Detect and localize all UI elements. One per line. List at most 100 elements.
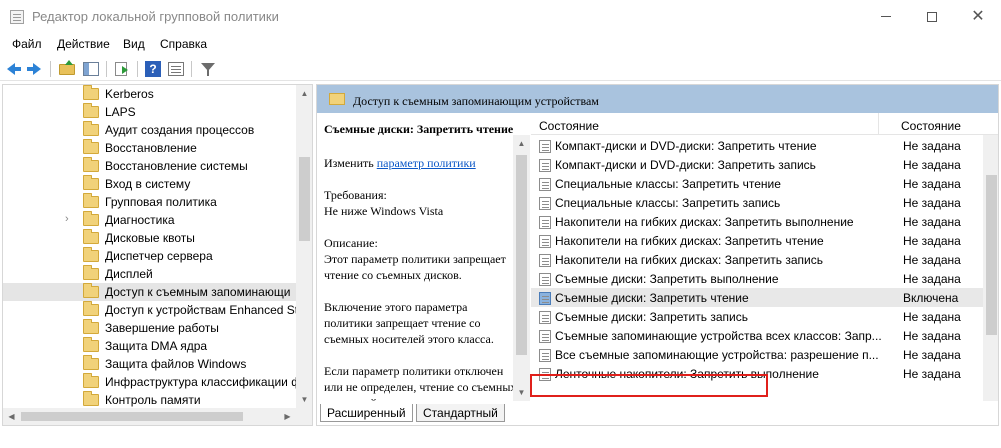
scroll-right-icon[interactable]: ▶ bbox=[279, 408, 296, 425]
tree-item[interactable]: › Диагностика bbox=[3, 211, 299, 229]
tree-item[interactable]: Дисковые квоты bbox=[3, 229, 299, 247]
filter-button[interactable] bbox=[199, 60, 217, 78]
scroll-up-icon[interactable]: ▲ bbox=[296, 85, 312, 102]
policy-row[interactable]: Накопители на гибких дисках: Запретить в… bbox=[531, 212, 983, 231]
policy-row[interactable]: Компакт-диски и DVD-диски: Запретить зап… bbox=[531, 155, 983, 174]
policy-setting-icon bbox=[539, 311, 551, 324]
tree-hscroll-thumb[interactable] bbox=[21, 412, 243, 421]
up-level-button[interactable] bbox=[58, 60, 76, 78]
tree-item[interactable]: Защита DMA ядра bbox=[3, 337, 299, 355]
folder-up-icon bbox=[59, 60, 75, 75]
policy-name: Все съемные запоминающие устройства: раз… bbox=[555, 348, 879, 362]
policy-row[interactable]: Специальные классы: Запретить запись Не з… bbox=[531, 193, 983, 212]
minimize-button[interactable] bbox=[863, 0, 909, 34]
description-scrollbar[interactable]: ▲ ▼ bbox=[513, 135, 530, 401]
menu-action[interactable]: Действие bbox=[57, 37, 110, 51]
show-hide-tree-button[interactable] bbox=[82, 60, 100, 78]
tree-item[interactable]: LAPS bbox=[3, 103, 299, 121]
menu-file[interactable]: Файл bbox=[12, 37, 42, 51]
tree-item-label: Диспетчер сервера bbox=[105, 249, 213, 263]
scroll-down-icon[interactable]: ▼ bbox=[296, 391, 312, 408]
tree-horizontal-scrollbar[interactable]: ◀ ▶ bbox=[3, 408, 312, 425]
tree-item[interactable]: Восстановление системы bbox=[3, 157, 299, 175]
list-scroll-thumb[interactable] bbox=[986, 175, 997, 335]
policy-name: Накопители на гибких дисках: Запретить з… bbox=[555, 253, 823, 267]
tab-extended[interactable]: Расширенный bbox=[320, 404, 413, 422]
description-text: Этот параметр политики запрещает чтение … bbox=[324, 252, 506, 282]
tree-item[interactable]: Kerberos bbox=[3, 85, 299, 103]
policy-setting-icon bbox=[539, 216, 551, 229]
tree-item-label: Защита файлов Windows bbox=[105, 357, 247, 371]
tree-item[interactable]: Контроль памяти bbox=[3, 391, 299, 409]
tree-item[interactable]: Групповая политика bbox=[3, 193, 299, 211]
policy-row[interactable]: Компакт-диски и DVD-диски: Запретить чте… bbox=[531, 136, 983, 155]
enabled-explanation: Включение этого параметра политики запре… bbox=[324, 300, 494, 346]
tree-item[interactable]: Инфраструктура классификации ф bbox=[3, 373, 301, 391]
details-header-title: Доступ к съемным запоминающим устройства… bbox=[353, 94, 599, 108]
policy-name: Специальные классы: Запретить чтение bbox=[555, 177, 781, 191]
tree-item-label: Kerberos bbox=[105, 87, 154, 101]
scroll-down-icon[interactable]: ▼ bbox=[513, 384, 530, 401]
folder-icon bbox=[83, 373, 99, 388]
close-button[interactable]: ✕ bbox=[955, 0, 1001, 34]
policy-state: Не задана bbox=[903, 310, 961, 324]
policy-name: Съемные запоминающие устройства всех кла… bbox=[555, 329, 882, 343]
tree-item[interactable]: Дисплей bbox=[3, 265, 299, 283]
scroll-up-icon[interactable]: ▲ bbox=[513, 135, 530, 152]
policy-row[interactable]: Съемные запоминающие устройства всех кла… bbox=[531, 326, 983, 345]
policy-row[interactable]: Накопители на гибких дисках: Запретить ч… bbox=[531, 231, 983, 250]
policy-name: Накопители на гибких дисках: Запретить ч… bbox=[555, 234, 824, 248]
folder-icon bbox=[83, 103, 99, 118]
properties-button[interactable] bbox=[167, 60, 185, 78]
policy-row[interactable]: Все съемные запоминающие устройства: раз… bbox=[531, 345, 983, 364]
console-tree-icon bbox=[83, 62, 99, 76]
tree-item[interactable]: Восстановление bbox=[3, 139, 299, 157]
requirements-value: Не ниже Windows Vista bbox=[324, 204, 444, 218]
filter-icon bbox=[201, 63, 215, 76]
scroll-left-icon[interactable]: ◀ bbox=[3, 408, 20, 425]
tree-item[interactable]: Защита файлов Windows bbox=[3, 355, 299, 373]
menu-help[interactable]: Справка bbox=[160, 37, 207, 51]
description-scroll-thumb[interactable] bbox=[516, 155, 527, 355]
tree-item-label: Восстановление bbox=[105, 141, 197, 155]
policy-state: Не задана bbox=[903, 234, 961, 248]
maximize-button[interactable] bbox=[909, 0, 955, 34]
expand-chevron-icon[interactable]: › bbox=[65, 213, 69, 225]
policy-setting-icon bbox=[539, 178, 551, 191]
policy-state: Не задана bbox=[903, 367, 961, 381]
policy-setting-icon bbox=[539, 235, 551, 248]
tree-item[interactable]: Доступ к устройствам Enhanced St bbox=[3, 301, 299, 319]
tree-item[interactable]: Вход в систему bbox=[3, 175, 299, 193]
policy-state: Не задана bbox=[903, 329, 961, 343]
policy-row[interactable]: Съемные диски: Запретить запись Не задана bbox=[531, 307, 983, 326]
policy-row[interactable]: Специальные классы: Запретить чтение Не з… bbox=[531, 174, 983, 193]
policy-name: Специальные классы: Запретить запись bbox=[555, 196, 781, 210]
export-list-button[interactable] bbox=[113, 60, 131, 78]
tree-item[interactable]: Завершение работы bbox=[3, 319, 299, 337]
folder-icon bbox=[83, 157, 99, 172]
tree-vertical-scrollbar[interactable]: ▲ ▼ bbox=[296, 85, 312, 408]
column-state-header[interactable]: Состояние bbox=[901, 119, 961, 133]
tree-item[interactable]: Доступ к съемным запоминающи bbox=[3, 283, 299, 301]
policy-list: Состояние Состояние Компакт-диски и DVD-… bbox=[531, 113, 998, 401]
tree-scroll-thumb[interactable] bbox=[299, 157, 310, 241]
column-setting-header[interactable]: Состояние bbox=[539, 119, 599, 133]
policy-row[interactable]: Накопители на гибких дисках: Запретить з… bbox=[531, 250, 983, 269]
policy-setting-icon bbox=[539, 292, 551, 305]
back-button[interactable] bbox=[4, 60, 22, 78]
tree-item[interactable]: Диспетчер сервера bbox=[3, 247, 299, 265]
menu-view[interactable]: Вид bbox=[123, 37, 145, 51]
tree-item-label: Диагностика bbox=[105, 213, 175, 227]
list-scrollbar[interactable] bbox=[983, 135, 998, 401]
policy-setting-icon bbox=[539, 140, 551, 153]
tree-item-label: Дисплей bbox=[105, 267, 153, 281]
column-divider[interactable] bbox=[878, 113, 879, 135]
view-tabs: Расширенный Стандартный bbox=[316, 403, 999, 425]
policy-row[interactable]: Съемные диски: Запретить выполнение Не за… bbox=[531, 269, 983, 288]
tree-item[interactable]: Аудит создания процессов bbox=[3, 121, 299, 139]
policy-row[interactable]: Съемные диски: Запретить чтение Включена bbox=[531, 288, 983, 307]
edit-policy-link[interactable]: параметр политики bbox=[377, 156, 476, 170]
help-button[interactable]: ? bbox=[144, 60, 162, 78]
tab-standard[interactable]: Стандартный bbox=[416, 404, 505, 422]
forward-button[interactable] bbox=[26, 60, 44, 78]
